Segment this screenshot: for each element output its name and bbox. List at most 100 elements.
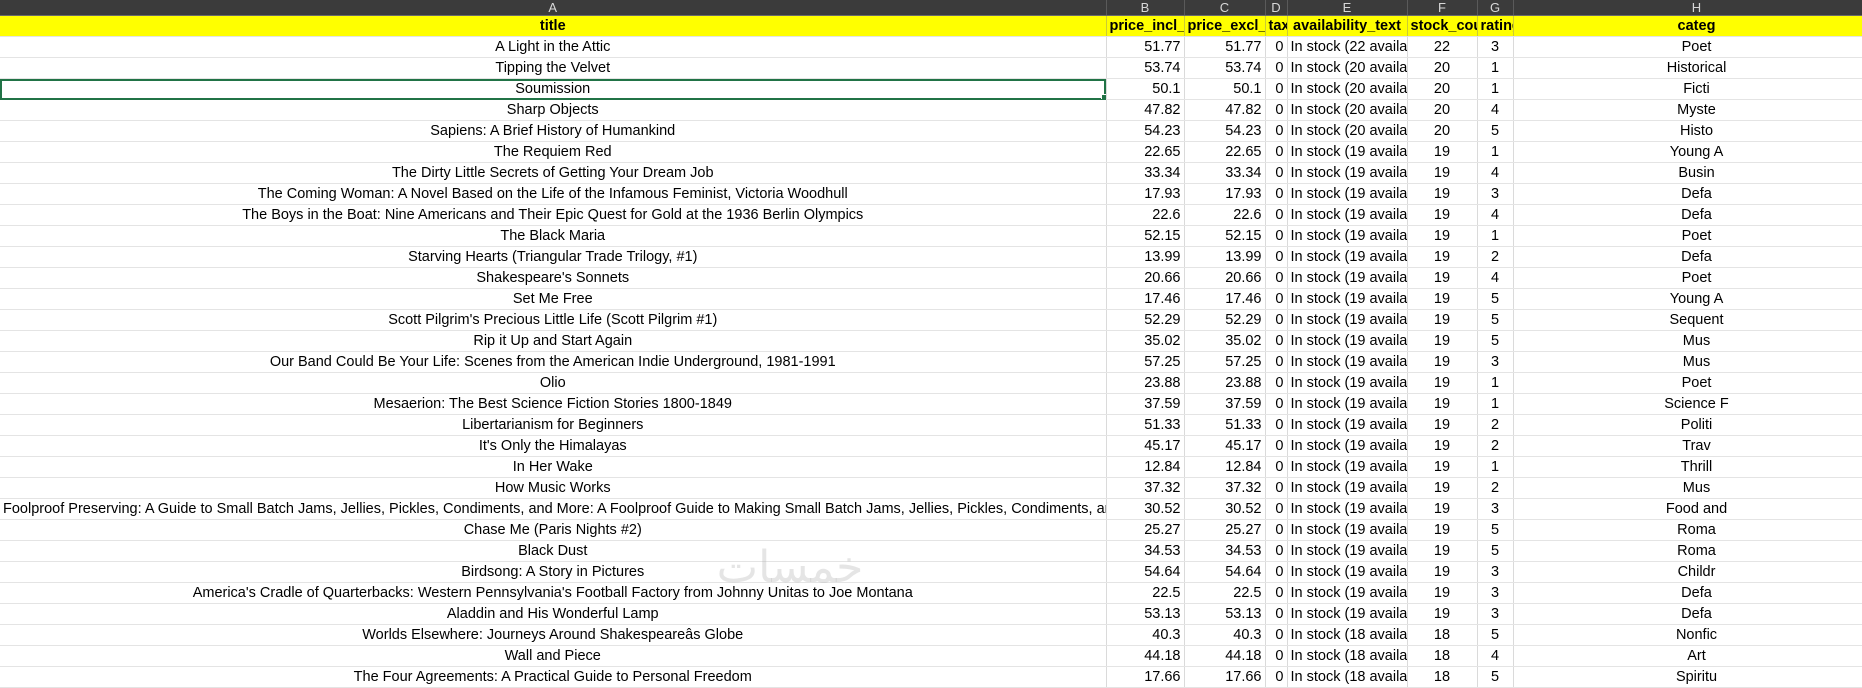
cell-price-excl-tax[interactable]: 34.53: [1184, 540, 1266, 562]
cell-rating[interactable]: 1: [1477, 78, 1514, 100]
cell-title[interactable]: It's Only the Himalayas: [0, 435, 1107, 457]
cell-category[interactable]: Trav: [1513, 435, 1862, 457]
cell-price-excl-tax[interactable]: 37.59: [1184, 393, 1266, 415]
cell-availability-text[interactable]: In stock (19 available): [1287, 582, 1408, 604]
cell-tax[interactable]: 0: [1265, 456, 1288, 478]
cell-price-incl-tax[interactable]: 25.27: [1106, 519, 1185, 541]
cell-category[interactable]: Politi: [1513, 414, 1862, 436]
cell-price-excl-tax[interactable]: 33.34: [1184, 162, 1266, 184]
cell-stock-count[interactable]: 19: [1407, 435, 1478, 457]
cell-title[interactable]: The Dirty Little Secrets of Getting Your…: [0, 162, 1107, 184]
cell-rating[interactable]: 1: [1477, 393, 1514, 415]
cell-availability-text[interactable]: In stock (20 available): [1287, 78, 1408, 100]
cell-availability-text[interactable]: In stock (19 available): [1287, 309, 1408, 331]
cell-price-incl-tax[interactable]: 22.5: [1106, 582, 1185, 604]
cell-price-excl-tax[interactable]: 54.23: [1184, 120, 1266, 142]
cell-rating[interactable]: 3: [1477, 603, 1514, 625]
column-header-category[interactable]: H: [1513, 0, 1862, 16]
cell-category[interactable]: Busin: [1513, 162, 1862, 184]
cell-category[interactable]: Mus: [1513, 330, 1862, 352]
header-cell-category[interactable]: categ: [1513, 15, 1862, 37]
header-cell-price-excl-tax[interactable]: price_excl_tax: [1184, 15, 1266, 37]
cell-rating[interactable]: 1: [1477, 372, 1514, 394]
cell-price-excl-tax[interactable]: 53.13: [1184, 603, 1266, 625]
cell-stock-count[interactable]: 20: [1407, 57, 1478, 79]
cell-tax[interactable]: 0: [1265, 351, 1288, 373]
cell-rating[interactable]: 4: [1477, 162, 1514, 184]
cell-title[interactable]: The Black Maria: [0, 225, 1107, 247]
cell-category[interactable]: Mus: [1513, 477, 1862, 499]
cell-stock-count[interactable]: 19: [1407, 498, 1478, 520]
cell-availability-text[interactable]: In stock (19 available): [1287, 603, 1408, 625]
cell-availability-text[interactable]: In stock (19 available): [1287, 183, 1408, 205]
cell-rating[interactable]: 1: [1477, 225, 1514, 247]
cell-price-incl-tax[interactable]: 40.3: [1106, 624, 1185, 646]
cell-tax[interactable]: 0: [1265, 288, 1288, 310]
cell-availability-text[interactable]: In stock (19 available): [1287, 519, 1408, 541]
cell-stock-count[interactable]: 20: [1407, 120, 1478, 142]
cell-title[interactable]: In Her Wake: [0, 456, 1107, 478]
cell-availability-text[interactable]: In stock (19 available): [1287, 330, 1408, 352]
cell-stock-count[interactable]: 19: [1407, 288, 1478, 310]
cell-price-excl-tax[interactable]: 17.66: [1184, 666, 1266, 688]
cell-stock-count[interactable]: 19: [1407, 204, 1478, 226]
cell-price-excl-tax[interactable]: 47.82: [1184, 99, 1266, 121]
column-header-tax[interactable]: D: [1265, 0, 1288, 16]
cell-title[interactable]: Shakespeare's Sonnets: [0, 267, 1107, 289]
cell-price-incl-tax[interactable]: 13.99: [1106, 246, 1185, 268]
cell-category[interactable]: Art: [1513, 645, 1862, 667]
cell-price-incl-tax[interactable]: 35.02: [1106, 330, 1185, 352]
cell-price-incl-tax[interactable]: 34.53: [1106, 540, 1185, 562]
cell-price-excl-tax[interactable]: 25.27: [1184, 519, 1266, 541]
cell-category[interactable]: Poet: [1513, 267, 1862, 289]
cell-rating[interactable]: 5: [1477, 309, 1514, 331]
cell-title[interactable]: Set Me Free: [0, 288, 1107, 310]
cell-availability-text[interactable]: In stock (19 available): [1287, 267, 1408, 289]
header-cell-stock-count[interactable]: stock_count: [1407, 15, 1478, 37]
cell-stock-count[interactable]: 19: [1407, 309, 1478, 331]
cell-availability-text[interactable]: In stock (22 available): [1287, 36, 1408, 58]
cell-price-excl-tax[interactable]: 51.77: [1184, 36, 1266, 58]
cell-stock-count[interactable]: 19: [1407, 351, 1478, 373]
cell-availability-text[interactable]: In stock (20 available): [1287, 57, 1408, 79]
cell-stock-count[interactable]: 20: [1407, 78, 1478, 100]
cell-title[interactable]: How Music Works: [0, 477, 1107, 499]
cell-category[interactable]: Roma: [1513, 540, 1862, 562]
cell-price-incl-tax[interactable]: 45.17: [1106, 435, 1185, 457]
cell-category[interactable]: Defa: [1513, 582, 1862, 604]
cell-title[interactable]: The Coming Woman: A Novel Based on the L…: [0, 183, 1107, 205]
header-cell-tax[interactable]: tax: [1265, 15, 1288, 37]
cell-category[interactable]: Myste: [1513, 99, 1862, 121]
cell-category[interactable]: Defa: [1513, 603, 1862, 625]
cell-availability-text[interactable]: In stock (19 available): [1287, 540, 1408, 562]
cell-rating[interactable]: 5: [1477, 120, 1514, 142]
cell-title[interactable]: Rip it Up and Start Again: [0, 330, 1107, 352]
cell-rating[interactable]: 4: [1477, 645, 1514, 667]
cell-availability-text[interactable]: In stock (20 available): [1287, 99, 1408, 121]
cell-availability-text[interactable]: In stock (19 available): [1287, 246, 1408, 268]
cell-title[interactable]: Worlds Elsewhere: Journeys Around Shakes…: [0, 624, 1107, 646]
cell-price-incl-tax[interactable]: 52.29: [1106, 309, 1185, 331]
cell-price-incl-tax[interactable]: 47.82: [1106, 99, 1185, 121]
cell-category[interactable]: Young A: [1513, 288, 1862, 310]
cell-tax[interactable]: 0: [1265, 162, 1288, 184]
cell-tax[interactable]: 0: [1265, 246, 1288, 268]
cell-price-excl-tax[interactable]: 23.88: [1184, 372, 1266, 394]
cell-category[interactable]: Thrill: [1513, 456, 1862, 478]
cell-tax[interactable]: 0: [1265, 477, 1288, 499]
cell-rating[interactable]: 1: [1477, 456, 1514, 478]
cell-rating[interactable]: 5: [1477, 519, 1514, 541]
cell-tax[interactable]: 0: [1265, 519, 1288, 541]
cell-availability-text[interactable]: In stock (19 available): [1287, 456, 1408, 478]
column-header-price-excl-tax[interactable]: C: [1184, 0, 1266, 16]
cell-stock-count[interactable]: 18: [1407, 666, 1478, 688]
cell-stock-count[interactable]: 19: [1407, 183, 1478, 205]
cell-price-excl-tax[interactable]: 22.65: [1184, 141, 1266, 163]
cell-stock-count[interactable]: 19: [1407, 561, 1478, 583]
cell-rating[interactable]: 5: [1477, 666, 1514, 688]
cell-tax[interactable]: 0: [1265, 645, 1288, 667]
cell-availability-text[interactable]: In stock (19 available): [1287, 435, 1408, 457]
cell-tax[interactable]: 0: [1265, 183, 1288, 205]
cell-rating[interactable]: 3: [1477, 36, 1514, 58]
header-cell-price-incl-tax[interactable]: price_incl_tax: [1106, 15, 1185, 37]
